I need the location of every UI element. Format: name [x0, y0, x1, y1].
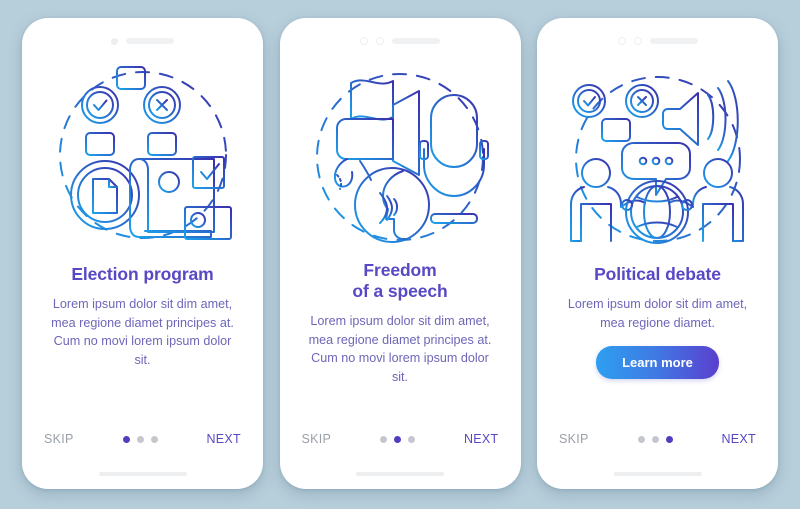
page-title: Political debate: [594, 264, 721, 284]
onboarding-nav: SKIP NEXT: [280, 432, 521, 446]
pagination-dot-1[interactable]: [637, 435, 645, 443]
skip-button[interactable]: SKIP: [302, 432, 332, 446]
home-indicator: [356, 472, 444, 476]
page-title: Freedom of a speech: [352, 260, 448, 301]
onboarding-nav: SKIP NEXT: [22, 432, 263, 446]
camera-dot-icon: [360, 37, 368, 45]
speaker-slot-icon: [126, 38, 174, 44]
page-title: Election program: [71, 264, 214, 284]
pagination-dot-1[interactable]: [122, 435, 130, 443]
pagination-dots: [637, 435, 673, 443]
skip-button[interactable]: SKIP: [44, 432, 74, 446]
freedom-of-speech-illustration: [280, 54, 521, 260]
phone-card-freedom-of-speech: Freedom of a speech Lorem ipsum dolor si…: [279, 18, 521, 489]
pagination-dot-3[interactable]: [665, 435, 673, 443]
camera-dot-icon: [617, 37, 626, 45]
pagination-dots: [122, 435, 158, 443]
page-body-text: Lorem ipsum dolor sit dim amet, mea regi…: [308, 314, 492, 384]
sensor-dot-icon: [633, 37, 642, 45]
sensor-dot-icon: [376, 37, 384, 45]
political-debate-illustration: [537, 54, 778, 260]
onboarding-nav: SKIP NEXT: [537, 432, 778, 446]
learn-more-button[interactable]: Learn more: [596, 346, 719, 379]
home-indicator: [98, 472, 187, 476]
pagination-dot-2[interactable]: [394, 435, 402, 443]
home-indicator: [613, 472, 702, 476]
phone-notch: [537, 18, 778, 52]
election-program-illustration: [22, 54, 263, 260]
camera-dot-icon: [111, 37, 118, 45]
phone-notch: [22, 18, 263, 52]
next-button[interactable]: NEXT: [206, 432, 241, 446]
speaker-slot-icon: [392, 38, 440, 44]
phone-card-political-debate: Political debate Lorem ipsum dolor sit d…: [537, 18, 778, 489]
pagination-dots: [380, 435, 416, 443]
pagination-dot-2[interactable]: [651, 435, 659, 443]
pagination-dot-3[interactable]: [408, 435, 416, 443]
pagination-dot-1[interactable]: [380, 435, 388, 443]
page-body-text: Lorem ipsum dolor sit dim amet, mea regi…: [51, 297, 234, 367]
pagination-dot-3[interactable]: [150, 435, 158, 443]
page-body-text: Lorem ipsum dolor sit dim amet, mea regi…: [567, 297, 748, 330]
next-button[interactable]: NEXT: [721, 432, 756, 446]
pagination-dot-2[interactable]: [136, 435, 144, 443]
next-button[interactable]: NEXT: [464, 432, 499, 446]
speaker-slot-icon: [649, 38, 698, 44]
skip-button[interactable]: SKIP: [559, 432, 589, 446]
phone-notch: [280, 18, 521, 52]
onboarding-screens-stage: Election program Lorem ipsum dolor sit d…: [0, 0, 800, 509]
phone-card-election-program: Election program Lorem ipsum dolor sit d…: [22, 18, 263, 489]
